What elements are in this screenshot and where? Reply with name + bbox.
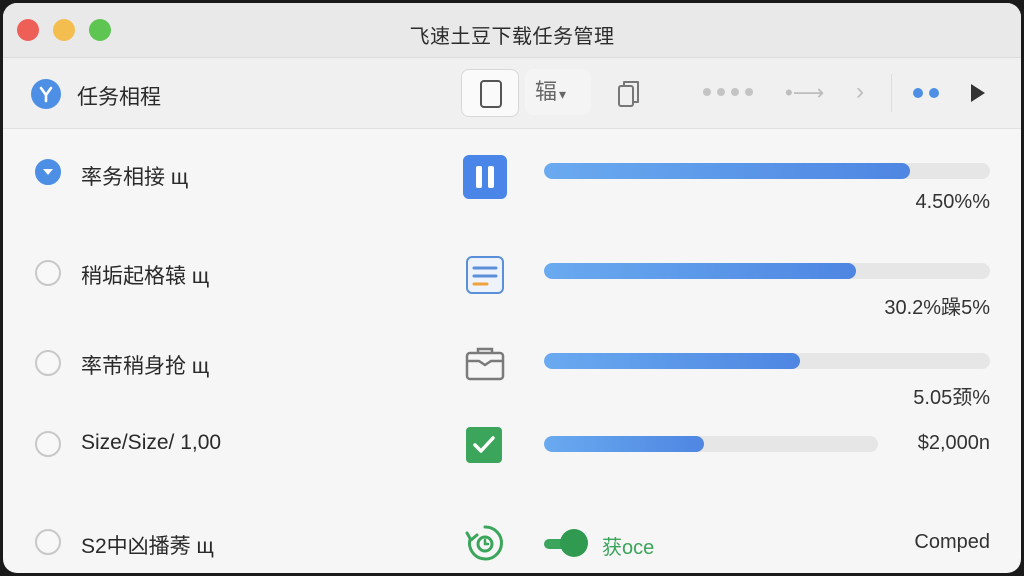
toggle-label: 获oce	[602, 537, 655, 559]
pause-button[interactable]	[463, 155, 507, 199]
title-bar: 飞速土豆下载任务管理	[3, 3, 1021, 58]
progress-bar	[544, 353, 990, 369]
task-select-radio[interactable]	[35, 159, 61, 185]
progress-fill	[544, 353, 801, 369]
task-row[interactable]: 稍垢起格辕 щ 30.2%躁5%	[3, 229, 1021, 319]
task-name: Size/Size/ 1,00	[81, 431, 222, 454]
pagination-dots-icon[interactable]	[913, 88, 939, 98]
task-select-radio[interactable]	[35, 350, 61, 376]
app-window: 飞速土豆下载任务管理 任务相程 辐 ▾ •⟶ › 率务相接 щ 4.50%% 稍…	[3, 3, 1021, 573]
toolbar-divider	[891, 74, 892, 112]
forward-arrow-icon[interactable]: •⟶	[785, 80, 824, 106]
task-row[interactable]: 率芾稍身抢 щ 5.05颈%	[3, 319, 1021, 409]
toolbar: 任务相程 辐 ▾ •⟶ ›	[3, 58, 1021, 129]
task-select-radio[interactable]	[35, 260, 61, 286]
progress-fill	[544, 163, 910, 179]
progress-bar	[544, 436, 878, 452]
toggle-knob	[560, 529, 588, 557]
completed-check-icon[interactable]	[466, 427, 502, 463]
task-name: S2中凶播莠 щ	[81, 535, 214, 558]
copy-icon[interactable]	[613, 78, 645, 110]
progress-bar	[544, 163, 990, 179]
app-logo-icon	[31, 79, 61, 109]
task-row[interactable]: 率务相接 щ 4.50%%	[3, 129, 1021, 219]
toolbar-title: 任务相程	[77, 86, 161, 109]
progress-value: 4.50%%	[915, 191, 991, 213]
progress-value: $2,000n	[917, 432, 990, 454]
progress-bar	[544, 263, 990, 279]
task-row[interactable]: S2中凶播莠 щ 获oce Comped	[3, 499, 1021, 573]
task-name: 率芾稍身抢 щ	[81, 355, 210, 378]
sync-icon[interactable]	[463, 521, 507, 565]
progress-value: 30.2%躁5%	[884, 297, 990, 319]
view-select-label: 辐	[535, 79, 558, 104]
task-name: 稍垢起格辕 щ	[81, 265, 210, 288]
chevron-down-icon: ▾	[559, 86, 567, 102]
task-select-radio[interactable]	[35, 529, 61, 555]
task-select-radio[interactable]	[35, 431, 61, 457]
chevron-right-icon[interactable]: ›	[856, 78, 864, 106]
phone-icon	[480, 80, 502, 108]
task-status-text: Comped	[914, 531, 990, 553]
window-title: 飞速土豆下载任务管理	[409, 26, 615, 48]
task-name: 率务相接 щ	[81, 166, 189, 189]
progress-value: 5.05颈%	[913, 387, 990, 409]
checkmark-icon	[473, 436, 495, 453]
play-icon[interactable]	[971, 84, 985, 102]
view-select[interactable]: 辐 ▾	[525, 69, 591, 115]
progress-fill	[544, 263, 857, 279]
task-row[interactable]: Size/Size/ 1,00 $2,000n	[3, 409, 1021, 499]
document-icon[interactable]	[463, 253, 507, 297]
device-view-button[interactable]	[461, 69, 519, 117]
progress-fill	[544, 436, 705, 452]
package-icon[interactable]	[463, 343, 507, 387]
sync-toggle[interactable]	[544, 529, 588, 557]
more-dots-icon[interactable]	[703, 88, 753, 96]
